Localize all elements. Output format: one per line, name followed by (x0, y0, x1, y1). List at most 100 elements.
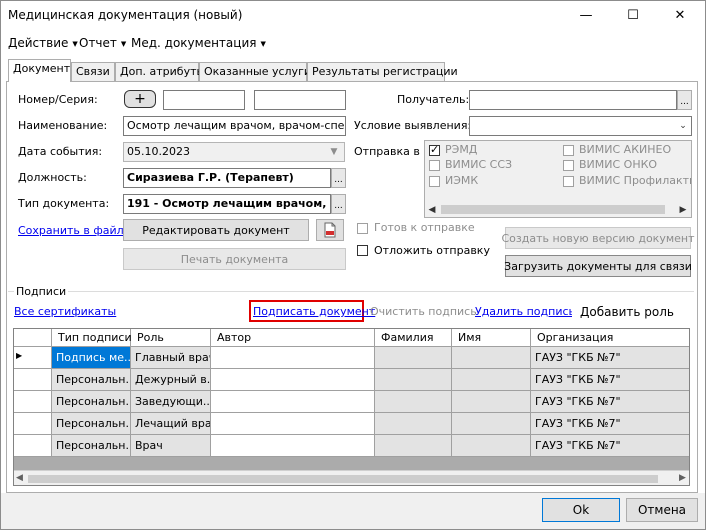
row-selector-icon[interactable]: ▶ (14, 347, 52, 369)
send-iemk-checkbox[interactable] (429, 176, 440, 187)
add-number-button[interactable]: + (124, 90, 156, 108)
all-certificates-link[interactable]: Все сертификаты (14, 305, 116, 318)
scroll-left-icon[interactable]: ◀ (16, 473, 23, 483)
dropdown-arrow-icon: ▼ (120, 39, 127, 48)
chevron-down-icon[interactable]: ⌄ (676, 120, 690, 132)
tab-services[interactable]: Оказанные услуги (199, 62, 311, 81)
table-cell[interactable] (452, 435, 531, 457)
table-cell[interactable]: ГАУЗ "ГКБ №7" (531, 369, 689, 391)
table-cell[interactable]: Лечащий врач (131, 413, 211, 435)
column-header-organization[interactable]: Организация (531, 329, 689, 347)
dropdown-arrow-icon: ▼ (72, 39, 78, 48)
send-vimis-akineo-checkbox[interactable] (563, 145, 574, 156)
table-cell[interactable] (375, 347, 452, 369)
tab-document[interactable]: Документ (8, 59, 71, 82)
menu-action[interactable]: Действие ▼ (8, 36, 78, 50)
send-iemk-label: ИЭМК (445, 174, 479, 187)
pdf-document-button[interactable] (316, 219, 344, 241)
doctype-input[interactable]: 191 - Осмотр лечащим врачом, врачом-спец… (123, 194, 331, 214)
doctype-select-button[interactable]: ... (331, 194, 346, 214)
name-input[interactable]: Осмотр лечащим врачом, врачом-специалист… (123, 116, 346, 136)
column-header-author[interactable]: Автор (211, 329, 375, 347)
number-input[interactable] (163, 90, 245, 110)
ready-to-send-label: Готов к отправке (374, 221, 475, 234)
load-linked-documents-button[interactable]: Загрузить документы для связи (504, 255, 692, 277)
column-header-surname[interactable]: Фамилия (375, 329, 452, 347)
table-cell[interactable] (211, 413, 375, 435)
row-selector[interactable] (14, 369, 52, 391)
recipient-select-button[interactable]: ... (677, 90, 692, 110)
table-cell[interactable]: Врач (131, 435, 211, 457)
create-new-version-button[interactable]: Создать новую версию документ (502, 227, 695, 249)
column-header-signature-type[interactable]: Тип подписи (52, 329, 132, 347)
send-vimis-ssz-checkbox[interactable] (429, 160, 440, 171)
table-cell[interactable]: Заведующи... (131, 391, 211, 413)
table-cell[interactable]: Подпись ме... (52, 347, 131, 369)
row-selector[interactable] (14, 413, 52, 435)
save-to-file-link[interactable]: Сохранить в файл (18, 224, 124, 237)
table-cell[interactable] (452, 413, 531, 435)
position-select-button[interactable]: ... (331, 168, 346, 188)
send-remd-checkbox[interactable] (429, 143, 440, 156)
table-cell[interactable] (452, 391, 531, 413)
scrollbar-thumb[interactable] (441, 205, 665, 214)
table-cell[interactable]: ГАУЗ "ГКБ №7" (531, 347, 689, 369)
row-selector[interactable] (14, 435, 52, 457)
edit-document-button[interactable]: Редактировать документ (123, 219, 309, 241)
print-document-button[interactable]: Печать документа (123, 248, 346, 270)
maximize-button[interactable]: ☐ (610, 1, 656, 29)
add-role-button[interactable]: Добавить роль (572, 300, 682, 323)
table-cell[interactable]: ГАУЗ "ГКБ №7" (531, 435, 689, 457)
series-input[interactable] (254, 90, 346, 110)
tab-registration-results[interactable]: Результаты регистрации (307, 62, 458, 81)
tab-extra-attributes[interactable]: Доп. атрибуты (115, 62, 205, 81)
column-header-role[interactable]: Роль (131, 329, 211, 347)
table-cell[interactable] (211, 435, 375, 457)
postpone-send-checkbox[interactable] (357, 245, 368, 256)
close-button[interactable]: ✕ (657, 1, 703, 29)
delete-signature-link[interactable]: Удалить подпись (475, 305, 575, 318)
doctype-label: Тип документа: (18, 197, 110, 210)
scroll-right-icon[interactable]: ▶ (677, 204, 689, 215)
position-input[interactable]: Сиразиева Г.Р. (Терапевт) (123, 168, 331, 188)
table-cell[interactable]: Персональн... (52, 435, 131, 457)
table-cell[interactable] (375, 435, 452, 457)
condition-select[interactable] (469, 116, 692, 136)
ready-to-send-checkbox[interactable] (357, 223, 368, 234)
sign-document-link[interactable]: Подписать документ (253, 305, 375, 318)
menu-report[interactable]: Отчет ▼ (79, 36, 126, 50)
table-cell[interactable]: Персональн... (52, 391, 131, 413)
send-vimis-prof-checkbox[interactable] (563, 176, 574, 187)
send-vimis-onko-label: ВИМИС ОНКО (579, 158, 658, 171)
grid-scrollbar-thumb[interactable] (28, 475, 658, 483)
table-cell[interactable] (452, 347, 531, 369)
table-cell[interactable] (452, 369, 531, 391)
table-cell[interactable]: ГАУЗ "ГКБ №7" (531, 391, 689, 413)
table-cell[interactable] (375, 369, 452, 391)
date-dropdown-icon[interactable]: ▼ (326, 146, 342, 158)
table-cell[interactable]: Персональн... (52, 413, 131, 435)
tab-links[interactable]: Связи (71, 62, 115, 81)
cancel-button[interactable]: Отмена (626, 498, 698, 522)
table-cell[interactable] (375, 391, 452, 413)
ok-button[interactable]: Ok (542, 498, 620, 522)
table-cell[interactable]: Дежурный в... (131, 369, 211, 391)
table-cell[interactable]: ГАУЗ "ГКБ №7" (531, 413, 689, 435)
table-cell[interactable]: Персональн... (52, 369, 131, 391)
recipient-input[interactable] (469, 90, 677, 110)
table-cell[interactable] (375, 413, 452, 435)
minimize-button[interactable]: — (563, 1, 609, 29)
scroll-right-icon[interactable]: ▶ (679, 473, 686, 483)
menu-med-docs[interactable]: Мед. документация ▼ (131, 36, 266, 50)
table-cell[interactable] (211, 347, 375, 369)
table-cell[interactable] (211, 391, 375, 413)
scroll-left-icon[interactable]: ◀ (426, 204, 438, 215)
row-selector[interactable] (14, 391, 52, 413)
send-vimis-onko-checkbox[interactable] (563, 160, 574, 171)
column-header-first-name[interactable]: Имя (452, 329, 531, 347)
table-cell[interactable] (211, 369, 375, 391)
date-input[interactable]: 05.10.2023 (123, 142, 345, 162)
send-remd-label: РЭМД (445, 143, 478, 156)
table-cell[interactable]: Главный врач (131, 347, 211, 369)
clear-signature-link[interactable]: Очистить подпись (370, 305, 477, 318)
